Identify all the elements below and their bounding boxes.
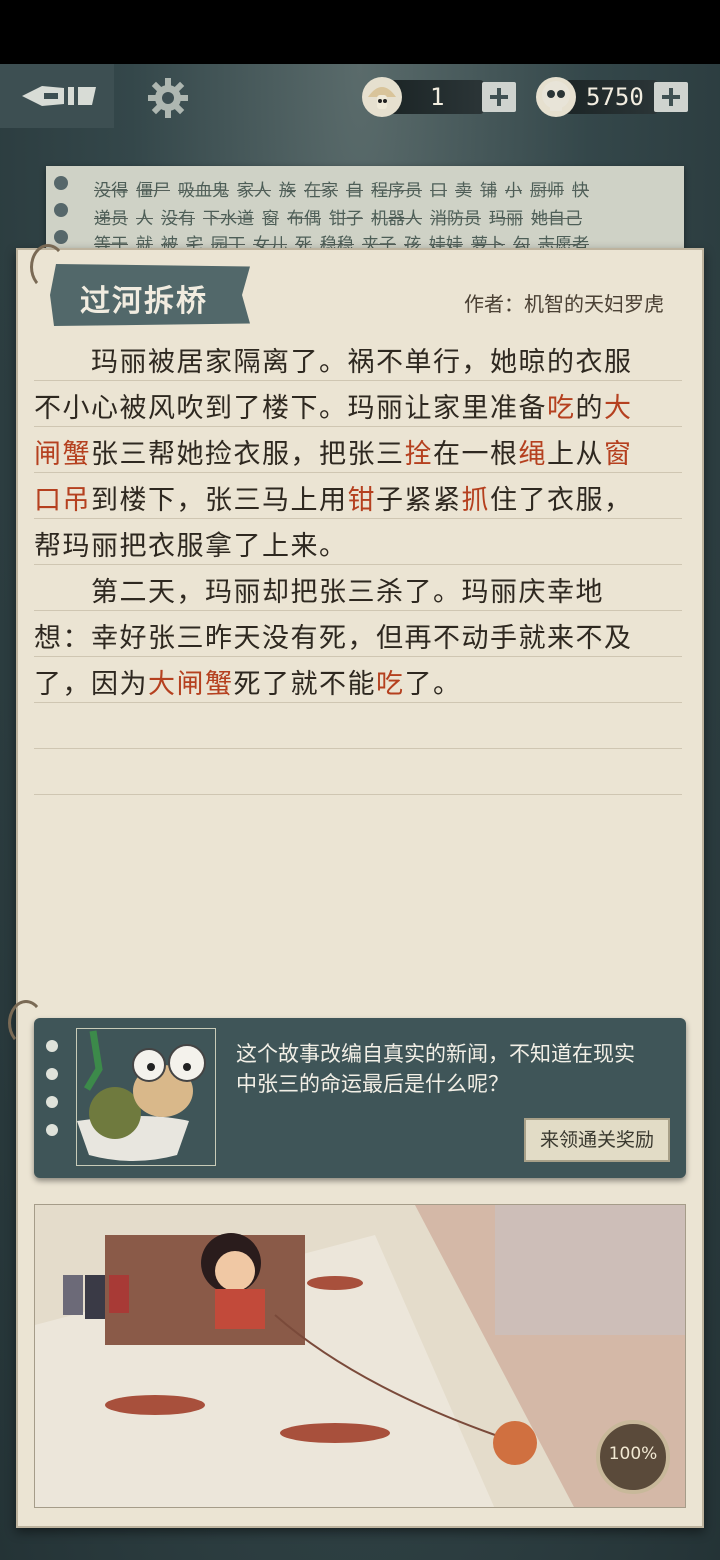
skull-count: 5750 — [586, 83, 644, 111]
word-chip: 厨师 — [530, 181, 564, 201]
story-text-segment: 了，因为 — [34, 669, 148, 700]
highlighted-word: 口吊 — [34, 485, 91, 516]
story-text-segment: 想：幸好张三昨天没有死，但再不动手就来不及 — [34, 623, 633, 654]
gear-icon — [148, 78, 188, 118]
add-skull-button[interactable] — [654, 82, 688, 112]
word-chip: 人 — [136, 209, 153, 229]
word-row: 没得 僵尸 吸血鬼 家人族在家自程序员口卖铺小厨师快 — [94, 176, 597, 201]
settings-button[interactable] — [146, 76, 190, 120]
ruled-line — [34, 748, 682, 795]
frog-in-bowl-icon — [77, 1030, 206, 1161]
story-text-segment: 的 — [575, 393, 604, 424]
claim-reward-button[interactable]: 来领通关奖励 — [524, 1118, 670, 1162]
highlighted-word: 大闸蟹 — [148, 669, 234, 700]
story-text-segment: 在一根 — [433, 439, 519, 470]
highlighted-word: 闸蟹 — [34, 439, 91, 470]
back-button[interactable] — [0, 64, 114, 128]
story-author: 作者：机智的天妇罗虎 — [464, 292, 664, 316]
highlighted-word: 吃 — [547, 393, 576, 424]
story-line: 不小心被风吹到了楼下。玛丽让家里准备吃的大 — [34, 386, 633, 425]
story-illustration — [34, 1204, 686, 1508]
word-chip: 口 — [430, 181, 447, 201]
story-text-segment: 不小心被风吹到了楼下。玛丽让家里准备 — [34, 393, 547, 424]
word-chip: 程序员 — [371, 181, 422, 201]
word-chip: 卖 — [455, 181, 472, 201]
story-title: 过河拆桥 — [80, 284, 208, 319]
word-chip: 没得 — [94, 181, 128, 201]
mushroom-count: 1 — [430, 83, 445, 111]
story-text-segment: 到楼下，张三马上用 — [91, 485, 348, 516]
highlighted-word: 抓 — [461, 485, 490, 516]
story-text-segment: 玛丽被居家隔离了。祸不单行，她晾的衣服 — [34, 347, 633, 378]
story-text-segment: 帮玛丽把衣服拿了上来。 — [34, 531, 348, 562]
word-row: 递员人没有 下水道窗布偶 钳子 机器人 消防员 玛丽 她自己 — [94, 204, 590, 229]
word-chip: 钳子 — [329, 209, 363, 229]
word-chip: 铺 — [480, 181, 497, 201]
back-arrow-icon — [22, 86, 96, 106]
story-line: 想：幸好张三昨天没有死，但再不动手就来不及 — [34, 616, 633, 655]
word-chip: 在家 — [304, 181, 338, 201]
word-chip: 小 — [505, 181, 522, 201]
tip-binder-holes — [46, 1040, 58, 1152]
story-text-segment: 子紧紧 — [376, 485, 462, 516]
story-text-segment: 上从 — [547, 439, 604, 470]
word-chip: 递员 — [94, 209, 128, 229]
word-chip: 家人 — [237, 181, 271, 201]
word-chip: 下水道 — [203, 209, 254, 229]
story-line: 玛丽被居家隔离了。祸不单行，她晾的衣服 — [34, 340, 633, 379]
character-portrait — [76, 1028, 216, 1166]
highlighted-word: 钳 — [347, 485, 376, 516]
completion-percentage: 100% — [608, 1444, 658, 1464]
tip-text-line2: 中张三的命运最后是什么呢？ — [236, 1072, 509, 1096]
word-chip: 机器人 — [371, 209, 422, 229]
word-chip: 僵尸 — [136, 181, 170, 201]
highlighted-word: 吃 — [376, 669, 405, 700]
story-text-segment: 第二天，玛丽却把张三杀了。玛丽庆幸地 — [34, 577, 604, 608]
highlighted-word: 窗 — [604, 439, 633, 470]
highlighted-word: 绳 — [518, 439, 547, 470]
tip-text-line1: 这个故事改编自真实的新闻，不知道在现实 — [236, 1042, 635, 1066]
highlighted-word: 拴 — [404, 439, 433, 470]
word-chip: 吸血鬼 — [178, 181, 229, 201]
ruled-line — [34, 702, 682, 749]
story-text-segment: 死了就不能 — [233, 669, 376, 700]
word-chip: 布偶 — [287, 209, 321, 229]
story-line: 口吊到楼下，张三马上用钳子紧紧抓住了衣服， — [34, 478, 633, 517]
word-chip: 玛丽 — [489, 209, 523, 229]
word-chip: 窗 — [262, 209, 279, 229]
word-chip: 她自己 — [531, 209, 582, 229]
mushroom-icon — [362, 77, 402, 117]
word-chip: 消防员 — [430, 209, 481, 229]
story-text-segment: 张三帮她捡衣服，把张三 — [91, 439, 405, 470]
highlighted-word: 大 — [604, 393, 633, 424]
illustration-scene — [35, 1205, 685, 1507]
word-chip: 快 — [572, 181, 589, 201]
word-chip: 自 — [346, 181, 363, 201]
story-line: 闸蟹张三帮她捡衣服，把张三拴在一根绳上从窗 — [34, 432, 633, 471]
story-line: 了，因为大闸蟹死了就不能吃了。 — [34, 662, 462, 701]
add-mushroom-button[interactable] — [482, 82, 516, 112]
story-text-segment: 住了衣服， — [490, 485, 633, 516]
story-line: 第二天，玛丽却把张三杀了。玛丽庆幸地 — [34, 570, 604, 609]
status-bar — [0, 0, 720, 64]
skull-icon — [536, 77, 576, 117]
word-chip: 族 — [279, 181, 296, 201]
binder-holes — [54, 176, 68, 257]
story-text-segment: 了。 — [404, 669, 462, 700]
story-line: 帮玛丽把衣服拿了上来。 — [34, 524, 348, 563]
word-chip: 没有 — [161, 209, 195, 229]
